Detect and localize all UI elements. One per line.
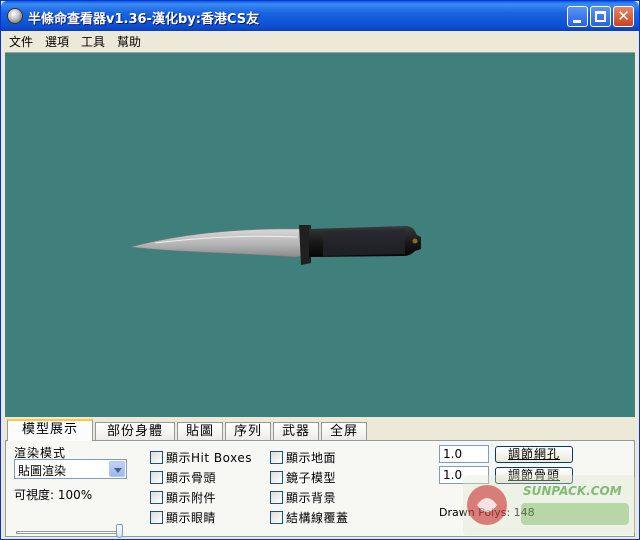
menu-tools[interactable]: 工具 xyxy=(81,33,105,50)
knife-model xyxy=(130,225,421,265)
checkbox-label: 顯示Hit Boxes xyxy=(166,451,252,465)
checkbox-label: 顯示眼睛 xyxy=(166,511,217,525)
minimize-icon xyxy=(573,20,581,23)
menu-file[interactable]: 文件 xyxy=(9,33,33,50)
tab-sequences[interactable]: 序列 xyxy=(225,422,271,441)
app-icon[interactable] xyxy=(7,8,23,24)
tab-model-display[interactable]: 模型展示 xyxy=(7,419,93,441)
checkbox-box[interactable] xyxy=(150,511,163,524)
checkbox-label: 顯示背景 xyxy=(286,491,337,505)
menu-help[interactable]: 幫助 xyxy=(117,33,141,50)
window-title: 半條命查看器v1.36-漢化by:香港CS友 xyxy=(28,12,260,27)
watermark-text: SUNPACK.COM xyxy=(523,484,622,498)
checkbox-label: 結構線覆蓋 xyxy=(286,511,349,525)
checkbox-wireframe-overlay[interactable]: 結構線覆蓋 xyxy=(270,509,349,526)
model-viewport[interactable] xyxy=(5,52,635,417)
title-bar[interactable]: 半條命查看器v1.36-漢化by:香港CS友 ✕ xyxy=(1,1,639,31)
render-mode-value: 貼圖渲染 xyxy=(18,464,67,478)
checkbox-show-eyes[interactable]: 顯示眼睛 xyxy=(150,509,216,526)
checkbox-box[interactable] xyxy=(150,471,163,484)
checkbox-box[interactable] xyxy=(270,451,283,464)
checkbox-box[interactable] xyxy=(150,491,163,504)
app-window: 半條命查看器v1.36-漢化by:香港CS友 ✕ 文件 選項 工具 幫助 模型展… xyxy=(0,0,640,540)
tab-textures[interactable]: 貼圖 xyxy=(177,422,223,441)
checkbox-show-hitboxes[interactable]: 顯示Hit Boxes xyxy=(150,449,252,466)
checkbox-label: 鏡子模型 xyxy=(286,471,337,485)
dropdown-arrow-icon[interactable] xyxy=(109,461,125,477)
menu-options[interactable]: 選項 xyxy=(45,33,69,50)
checkbox-show-bones[interactable]: 顯示骨頭 xyxy=(150,469,216,486)
render-mode-select[interactable]: 貼圖渲染 xyxy=(14,459,127,479)
maximize-button[interactable] xyxy=(590,6,611,27)
checkbox-show-background[interactable]: 顯示背景 xyxy=(270,489,336,506)
checkbox-show-ground[interactable]: 顯示地面 xyxy=(270,449,336,466)
tab-fullscreen[interactable]: 全屏 xyxy=(321,422,367,441)
checkbox-box[interactable] xyxy=(150,451,163,464)
checkbox-box[interactable] xyxy=(270,491,283,504)
minimize-button[interactable] xyxy=(567,6,588,27)
visibility-slider-thumb[interactable] xyxy=(116,524,123,538)
tab-weapons[interactable]: 武器 xyxy=(273,422,319,441)
visibility-label: 可視度: 100% xyxy=(14,488,93,502)
close-icon: ✕ xyxy=(617,7,630,25)
adjust-grid-button[interactable]: 調節網孔 xyxy=(495,446,573,463)
checkbox-show-attachments[interactable]: 顯示附件 xyxy=(150,489,216,506)
close-button[interactable]: ✕ xyxy=(613,6,634,27)
watermark-logo: SUNPACK.COM xyxy=(463,475,635,535)
checkbox-label: 顯示地面 xyxy=(286,451,337,465)
checkbox-box[interactable] xyxy=(270,471,283,484)
maximize-icon xyxy=(595,11,606,22)
tab-strip: 模型展示 部份身體 貼圖 序列 武器 全屏 xyxy=(5,419,635,441)
visibility-slider-track[interactable] xyxy=(16,531,120,534)
grid-size-input[interactable]: 1.0 xyxy=(439,445,489,463)
checkbox-label: 顯示骨頭 xyxy=(166,471,217,485)
checkbox-label: 顯示附件 xyxy=(166,491,217,505)
checkbox-mirror-model[interactable]: 鏡子模型 xyxy=(270,469,336,486)
tab-body-parts[interactable]: 部份身體 xyxy=(95,422,175,441)
menu-bar: 文件 選項 工具 幫助 xyxy=(1,31,639,51)
checkbox-box[interactable] xyxy=(270,511,283,524)
